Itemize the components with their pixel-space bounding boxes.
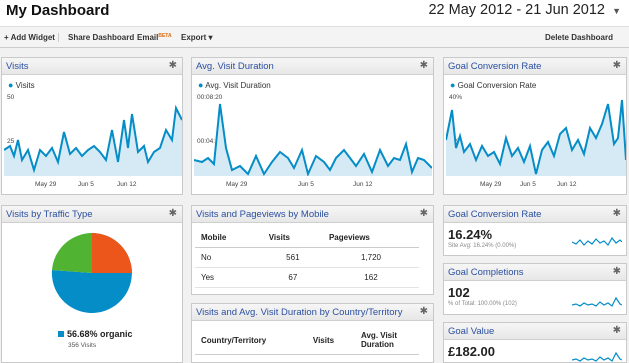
table-row: Yes 67 162 [195, 267, 419, 288]
visits-widget: Visits ✱ ● Visits 50 25 May 29 Jun 5 Jun … [1, 57, 183, 195]
visits-line-chart [4, 104, 182, 176]
date-range-picker[interactable]: 22 May 2012 - 21 Jun 2012 [428, 2, 605, 18]
legend-dot-icon: ● [8, 80, 14, 90]
metric-value: 102 [448, 285, 470, 300]
widget-header: Visits by Traffic Type ✱ [2, 206, 182, 223]
beta-badge: BETA [158, 33, 172, 39]
widget-title[interactable]: Visits and Avg. Visit Duration by Countr… [196, 307, 402, 318]
x-axis-label: Jun 5 [78, 181, 94, 188]
country-table: Country/Territory Visits Avg. Visit Dura… [195, 326, 419, 355]
column-header: Visits [262, 228, 323, 248]
goal-value-widget: Goal Value ✱ £182.00 [443, 322, 627, 363]
x-axis-label: Jun 12 [353, 181, 373, 188]
x-axis-label: Jun 12 [557, 181, 577, 188]
column-header: Avg. Visit Duration [355, 326, 419, 355]
gear-icon[interactable]: ✱ [420, 208, 428, 219]
table-cell: 1,720 [322, 247, 419, 268]
pie-legend-label: 56.68% organic [67, 329, 133, 339]
share-dashboard-button[interactable]: Share Dashboard [58, 33, 134, 42]
legend-label: Avg. Visit Duration [205, 81, 271, 90]
widget-title[interactable]: Goal Value [448, 326, 494, 337]
widget-title[interactable]: Goal Conversion Rate [448, 209, 541, 220]
goal-conversion-rate-widget: Goal Conversion Rate ✱ ● Goal Conversion … [443, 57, 627, 195]
gear-icon[interactable]: ✱ [613, 325, 621, 336]
avg-visit-duration-widget: Avg. Visit Duration ✱ ● Avg. Visit Durati… [191, 57, 434, 195]
legend-swatch-icon [58, 331, 64, 337]
sparkline [572, 296, 622, 307]
widget-title[interactable]: Visits [6, 61, 29, 72]
widget-header: Visits and Avg. Visit Duration by Countr… [192, 304, 433, 321]
traffic-type-widget: Visits by Traffic Type ✱ 56.68% organic 3… [1, 205, 183, 363]
widget-header: Goal Completions ✱ [444, 264, 626, 281]
table-cell: 162 [322, 267, 419, 288]
country-table-widget: Visits and Avg. Visit Duration by Countr… [191, 303, 434, 363]
email-label: Email [137, 33, 159, 42]
gear-icon[interactable]: ✱ [169, 208, 177, 219]
goal-conversion-line-chart [446, 99, 626, 176]
delete-dashboard-button[interactable]: Delete Dashboard [545, 33, 613, 42]
x-axis-label: May 29 [35, 181, 57, 188]
x-axis-label: May 29 [226, 181, 248, 188]
legend-label: Goal Conversion Rate [457, 81, 537, 90]
table-cell: Yes [195, 267, 263, 288]
page-title: My Dashboard [6, 2, 110, 19]
chart-legend: ● Goal Conversion Rate [450, 80, 536, 90]
x-axis-label: Jun 5 [520, 181, 536, 188]
add-widget-button[interactable]: + Add Widget [4, 33, 55, 42]
x-axis-label: Jun 5 [298, 181, 314, 188]
metric-sub: % of Total: 100.00% (102) [448, 301, 517, 307]
sparkline [572, 236, 622, 246]
export-button[interactable]: Export ▾ [181, 33, 213, 42]
widget-header: Goal Value ✱ [444, 323, 626, 340]
dashboard-toolbar: + Add Widget Share Dashboard EmailBETA E… [0, 26, 629, 48]
pie-slice-direct [92, 233, 132, 273]
gear-icon[interactable]: ✱ [169, 60, 177, 71]
table-cell: 561 [262, 247, 323, 268]
metric-value: 16.24% [448, 227, 493, 242]
mobile-table-widget: Visits and Pageviews by Mobile ✱ Mobile V… [191, 205, 434, 295]
widget-title[interactable]: Goal Conversion Rate [448, 61, 541, 72]
legend-dot-icon: ● [198, 80, 204, 90]
chevron-down-icon[interactable]: ▼ [612, 6, 621, 16]
goal-conversion-small-widget: Goal Conversion Rate ✱ 16.24% Site Avg: 1… [443, 205, 627, 256]
column-header: Visits [306, 326, 355, 355]
widget-title[interactable]: Avg. Visit Duration [196, 61, 274, 72]
gear-icon[interactable]: ✱ [613, 266, 621, 277]
chart-legend: ● Visits [8, 80, 35, 90]
sparkline [572, 351, 622, 362]
table-cell: 67 [262, 267, 323, 288]
gear-icon[interactable]: ✱ [613, 60, 621, 71]
pie-legend-sub: 356 Visits [68, 342, 97, 349]
gear-icon[interactable]: ✱ [420, 60, 428, 71]
mobile-table: Mobile Visits Pageviews No 561 1,720 Yes… [195, 228, 419, 288]
column-header: Mobile [195, 228, 263, 248]
table-row: No 561 1,720 [195, 247, 419, 268]
column-header: Pageviews [322, 228, 419, 248]
gear-icon[interactable]: ✱ [613, 208, 621, 219]
widget-title[interactable]: Goal Completions [448, 267, 524, 278]
email-button[interactable]: EmailBETA [137, 33, 172, 42]
widget-header: Avg. Visit Duration ✱ [192, 58, 433, 75]
metric-sub: Site Avg: 16.24% (0.00%) [448, 243, 517, 249]
widget-header: Visits and Pageviews by Mobile ✱ [192, 206, 433, 223]
widget-header: Goal Conversion Rate ✱ [444, 206, 626, 223]
legend-dot-icon: ● [450, 80, 456, 90]
x-axis-label: Jun 12 [117, 181, 137, 188]
header-bar: My Dashboard 22 May 2012 - 21 Jun 2012 ▼ [0, 0, 629, 26]
legend-label: Visits [15, 81, 35, 90]
widget-header: Goal Conversion Rate ✱ [444, 58, 626, 75]
widget-title[interactable]: Visits by Traffic Type [6, 209, 93, 220]
widget-header: Visits ✱ [2, 58, 182, 75]
x-axis-label: May 29 [480, 181, 502, 188]
pie-legend-item: 56.68% organic [58, 329, 133, 339]
widget-title[interactable]: Visits and Pageviews by Mobile [196, 209, 329, 220]
chart-legend: ● Avg. Visit Duration [198, 80, 271, 90]
traffic-pie-chart [51, 233, 132, 313]
avg-visit-duration-line-chart [194, 103, 432, 176]
column-header: Country/Territory [195, 326, 307, 355]
gear-icon[interactable]: ✱ [420, 306, 428, 317]
metric-value: £182.00 [448, 344, 495, 359]
table-cell: No [195, 247, 263, 268]
goal-completions-widget: Goal Completions ✱ 102 % of Total: 100.00… [443, 263, 627, 315]
